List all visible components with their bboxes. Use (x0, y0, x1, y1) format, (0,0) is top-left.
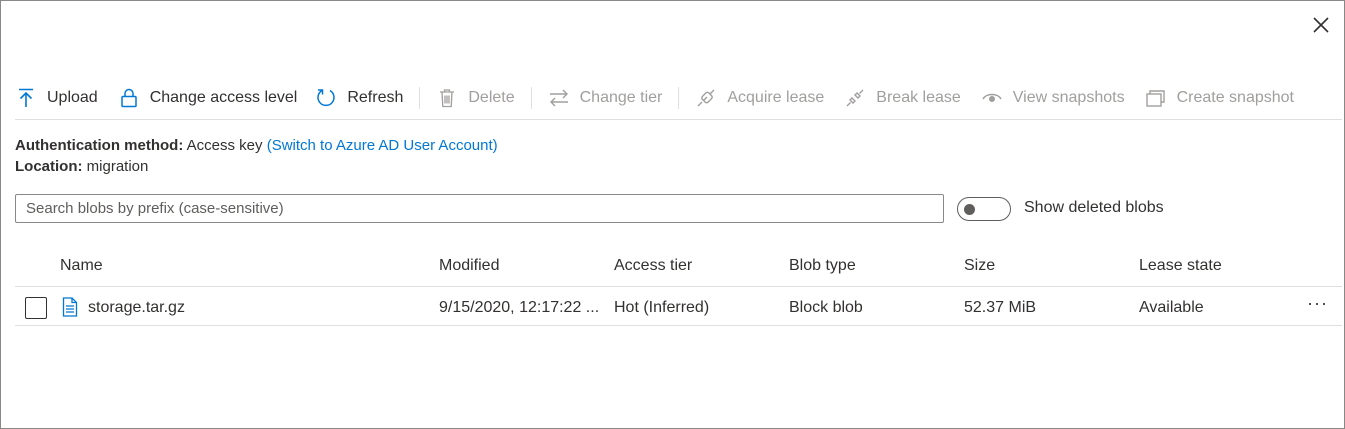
swap-arrows-icon (548, 87, 570, 109)
create-snapshot-button[interactable]: Create snapshot (1145, 81, 1294, 115)
column-header-access-tier[interactable]: Access tier (614, 257, 692, 275)
close-icon[interactable] (1309, 13, 1333, 37)
row-checkbox[interactable] (25, 297, 47, 319)
upload-label: Upload (47, 89, 98, 106)
lock-icon (118, 87, 140, 109)
more-actions-icon[interactable]: ··· (1307, 293, 1328, 314)
auth-method-value: Access key (186, 137, 263, 154)
column-header-name[interactable]: Name (60, 257, 103, 275)
refresh-icon (315, 87, 337, 109)
blob-name[interactable]: storage.tar.gz (88, 299, 185, 317)
search-blobs-input[interactable] (15, 194, 944, 223)
link-icon (695, 87, 717, 109)
column-header-lease-state[interactable]: Lease state (1139, 257, 1222, 275)
blob-type: Block blob (789, 299, 863, 316)
column-header-blob-type[interactable]: Blob type (789, 257, 856, 275)
eye-icon (981, 87, 1003, 109)
auth-method-label: Authentication method: (15, 137, 184, 154)
blob-size: 52.37 MiB (964, 299, 1037, 316)
copy-snapshot-icon (1145, 87, 1167, 109)
view-snapshots-button[interactable]: View snapshots (981, 81, 1125, 115)
change-tier-button[interactable]: Change tier (548, 81, 663, 115)
break-lease-label: Break lease (876, 89, 961, 106)
upload-icon (15, 87, 37, 109)
location-row: Location: migration (15, 156, 498, 177)
blob-modified: 9/15/2020, 12:17:22 ... (439, 299, 600, 316)
toggle-knob (964, 204, 975, 215)
blob-access-tier: Hot (Inferred) (614, 299, 710, 316)
toolbar-divider-line (15, 119, 1342, 120)
delete-button[interactable]: Delete (436, 81, 515, 115)
acquire-lease-label: Acquire lease (727, 89, 825, 106)
view-snapshots-label: View snapshots (1012, 89, 1125, 106)
location-label: Location: (15, 158, 83, 175)
toolbar-divider (530, 87, 532, 109)
create-snapshot-label: Create snapshot (1176, 89, 1294, 106)
break-lease-button[interactable]: Break lease (844, 81, 961, 115)
delete-label: Delete (468, 89, 515, 106)
auth-method-row: Authentication method: Access key (Switc… (15, 135, 498, 156)
blob-container-panel: Upload Change access level Refresh Delet… (0, 0, 1345, 429)
table-header: Name Modified Access tier Blob type Size… (15, 249, 1342, 287)
change-access-level-label: Change access level (149, 89, 298, 106)
toolbar-divider (678, 87, 680, 109)
column-header-modified[interactable]: Modified (439, 257, 499, 275)
refresh-button[interactable]: Refresh (315, 81, 403, 115)
trash-icon (436, 87, 458, 109)
file-icon (62, 297, 78, 317)
toolbar-divider (419, 87, 421, 109)
show-deleted-blobs-label: Show deleted blobs (1024, 199, 1164, 216)
broken-link-icon (844, 87, 866, 109)
refresh-label: Refresh (347, 89, 404, 106)
location-value: migration (86, 158, 149, 175)
change-tier-label: Change tier (579, 89, 663, 106)
container-info: Authentication method: Access key (Switc… (15, 135, 498, 177)
table-row[interactable]: storage.tar.gz 9/15/2020, 12:17:22 ... H… (15, 288, 1342, 326)
upload-button[interactable]: Upload (15, 81, 98, 115)
change-access-level-button[interactable]: Change access level (118, 81, 298, 115)
switch-auth-link[interactable]: (Switch to Azure AD User Account) (267, 137, 498, 154)
acquire-lease-button[interactable]: Acquire lease (695, 81, 824, 115)
show-deleted-blobs-toggle[interactable] (957, 197, 1011, 221)
column-header-size[interactable]: Size (964, 257, 995, 275)
blob-lease-state: Available (1139, 299, 1204, 316)
command-bar: Upload Change access level Refresh Delet… (15, 81, 1330, 115)
